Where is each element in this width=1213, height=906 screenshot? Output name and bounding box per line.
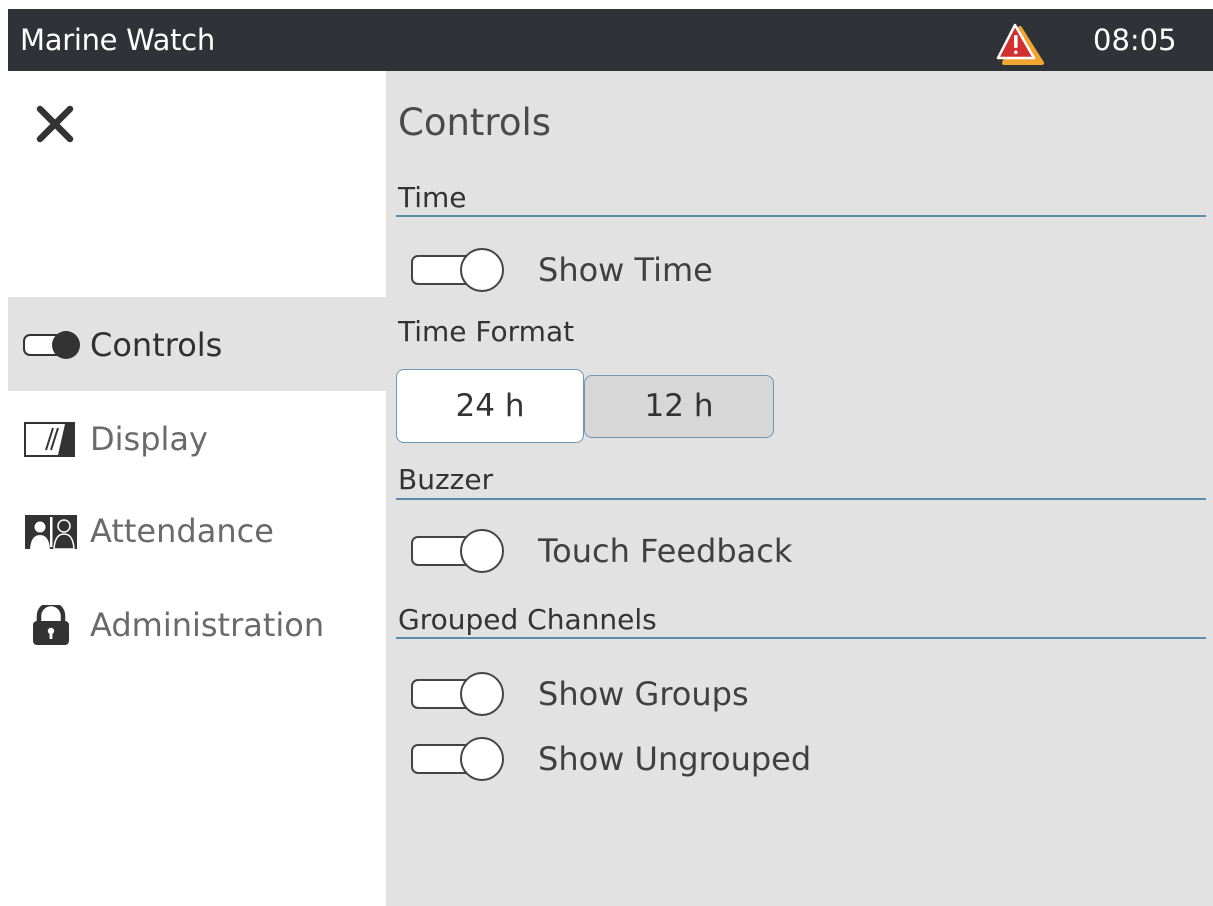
display-icon (24, 422, 75, 457)
section-divider (396, 637, 1206, 639)
time-format-12h-button[interactable]: 12 h (584, 375, 774, 438)
show-ungrouped-toggle-row[interactable]: Show Ungrouped (410, 734, 1110, 784)
warning-triangle-icon[interactable] (996, 23, 1048, 67)
touch-feedback-toggle-row[interactable]: Touch Feedback (410, 526, 1110, 576)
toggle-icon (23, 331, 80, 359)
sidebar-item-label: Administration (90, 606, 325, 644)
sidebar-item-label: Attendance (90, 512, 274, 550)
show-time-toggle-row[interactable]: Show Time (410, 245, 1110, 295)
section-title-time-format: Time Format (398, 315, 575, 348)
main-panel: Controls Time Show Time Time Format 12 h… (386, 71, 1213, 906)
sidebar-item-label: Display (90, 420, 208, 458)
show-groups-toggle[interactable] (410, 671, 506, 717)
time-format-selector: 12 h 24 h (396, 369, 776, 443)
show-time-toggle[interactable] (410, 247, 506, 293)
section-title-buzzer: Buzzer (398, 463, 494, 496)
clock: 08:05 (1093, 23, 1177, 57)
show-groups-toggle-row[interactable]: Show Groups (410, 669, 1110, 719)
title-bar: Marine Watch 08:05 (8, 9, 1213, 71)
section-title-grouped-channels: Grouped Channels (398, 603, 657, 636)
time-format-24h-button[interactable]: 24 h (396, 369, 584, 443)
sidebar-item-controls[interactable]: Controls (8, 297, 386, 391)
show-time-label: Show Time (538, 251, 713, 289)
app-title: Marine Watch (20, 23, 215, 57)
screen: Marine Watch 08:05 Controls Display Atte… (8, 9, 1213, 906)
lock-icon (33, 605, 69, 645)
show-ungrouped-label: Show Ungrouped (538, 740, 812, 778)
close-icon[interactable] (34, 103, 76, 145)
section-divider (396, 498, 1206, 500)
sidebar-item-administration[interactable]: Administration (8, 577, 386, 671)
sidebar: Controls Display Attendance Administrati… (8, 71, 386, 906)
touch-feedback-toggle[interactable] (410, 528, 506, 574)
section-title-time: Time (398, 181, 467, 214)
page-title: Controls (398, 101, 552, 144)
touch-feedback-label: Touch Feedback (538, 532, 793, 570)
sidebar-item-label: Controls (90, 326, 223, 364)
show-ungrouped-toggle[interactable] (410, 736, 506, 782)
sidebar-item-attendance[interactable]: Attendance (8, 483, 386, 577)
show-groups-label: Show Groups (538, 675, 749, 713)
attendance-icon (25, 515, 77, 550)
sidebar-item-display[interactable]: Display (8, 391, 386, 485)
section-divider (396, 215, 1206, 217)
